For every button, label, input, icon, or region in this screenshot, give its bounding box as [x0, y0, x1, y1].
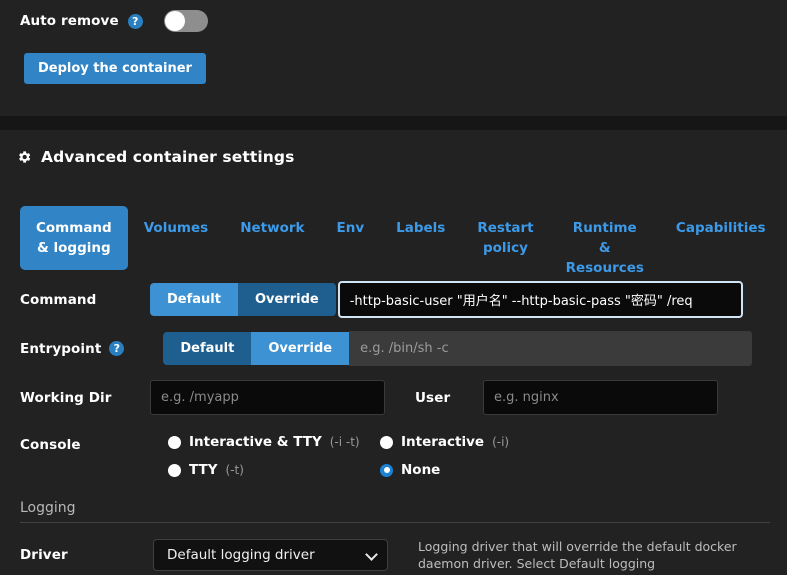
radio-dot-icon[interactable] [168, 464, 181, 477]
gear-icon [16, 149, 32, 165]
radio-flag: (-i) [492, 435, 509, 449]
working-dir-label: Working Dir [20, 390, 150, 406]
advanced-settings-header: Advanced container settings [16, 148, 294, 166]
console-label: Console [20, 437, 150, 453]
radio-dot-icon[interactable] [380, 436, 393, 449]
auto-remove-label: Auto remove [20, 13, 119, 29]
command-input[interactable] [338, 281, 743, 318]
auto-remove-toggle[interactable] [164, 10, 208, 32]
radio-label: TTY [189, 462, 218, 478]
tab-volumes[interactable]: Volumes [128, 206, 224, 250]
section-divider [20, 522, 770, 523]
radio-label: Interactive [401, 434, 484, 450]
radio-tty[interactable]: TTY (-t) [168, 462, 380, 478]
user-input[interactable] [483, 380, 718, 415]
radio-none[interactable]: None [380, 462, 688, 478]
logging-section-title: Logging [20, 500, 770, 522]
tab-capabilities[interactable]: Capabilities [660, 206, 782, 250]
portainer-container-settings-screen: Auto remove ? Deploy the container Advan… [0, 0, 787, 575]
logging-section-header: Logging [20, 500, 770, 523]
console-row: Console [20, 437, 150, 453]
entrypoint-override-button[interactable]: Override [251, 332, 349, 365]
panel-divider [0, 116, 787, 130]
driver-help-text: Logging driver that will override the de… [418, 538, 748, 572]
driver-label: Driver [20, 547, 150, 563]
command-label: Command [20, 292, 150, 308]
advanced-settings-title: Advanced container settings [41, 148, 294, 166]
radio-flag: (-t) [226, 463, 244, 477]
auto-remove-row: Auto remove ? [20, 10, 208, 32]
help-icon[interactable]: ? [128, 14, 143, 29]
working-dir-row: Working Dir User [20, 380, 718, 415]
command-mode-toggle: Default Override [150, 283, 336, 316]
deploy-panel: Auto remove ? Deploy the container [0, 0, 787, 116]
working-dir-input[interactable] [150, 380, 385, 415]
entrypoint-input[interactable] [349, 331, 752, 366]
radio-dot-icon[interactable] [380, 464, 393, 477]
command-override-button[interactable]: Override [238, 283, 336, 316]
radio-interactive[interactable]: Interactive (-i) [380, 434, 688, 450]
console-radio-group: Interactive & TTY (-i -t) Interactive (-… [168, 434, 688, 478]
tab-command-and-logging[interactable]: Command & logging [20, 206, 128, 270]
toggle-knob [165, 11, 185, 31]
driver-row: Driver [20, 547, 150, 563]
entrypoint-help-icon[interactable]: ? [109, 341, 124, 356]
entrypoint-mode-toggle: Default Override [163, 332, 349, 365]
tab-env[interactable]: Env [320, 206, 380, 250]
tab-network[interactable]: Network [224, 206, 320, 250]
command-default-button[interactable]: Default [150, 283, 238, 316]
radio-flag: (-i -t) [330, 435, 360, 449]
radio-dot-icon[interactable] [168, 436, 181, 449]
radio-label: None [401, 462, 440, 478]
tab-labels[interactable]: Labels [380, 206, 461, 250]
radio-interactive-and-tty[interactable]: Interactive & TTY (-i -t) [168, 434, 380, 450]
deploy-container-button[interactable]: Deploy the container [24, 53, 206, 84]
user-label: User [415, 390, 483, 406]
tab-restart-policy[interactable]: Restart policy [461, 206, 549, 270]
logging-driver-select[interactable]: Default logging driver [153, 539, 388, 571]
command-row: Command Default Override [20, 281, 743, 318]
settings-tabs: Command & logging Volumes Network Env La… [20, 206, 770, 290]
entrypoint-row: Entrypoint ? Default Override [20, 331, 752, 366]
entrypoint-label: Entrypoint [20, 341, 101, 357]
radio-label: Interactive & TTY [189, 434, 322, 450]
tab-runtime-and-resources[interactable]: Runtime & Resources [550, 206, 660, 290]
entrypoint-default-button[interactable]: Default [163, 332, 251, 365]
